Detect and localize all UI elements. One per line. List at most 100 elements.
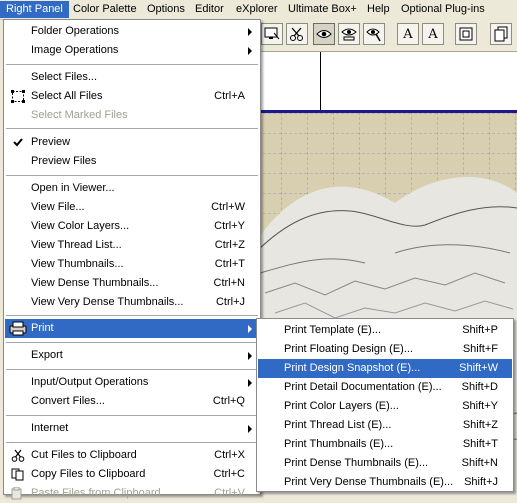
text-path-tool-icon[interactable]: A <box>422 23 444 45</box>
submenu-item-print-thread-list[interactable]: Print Thread List (E)... Shift+Z <box>258 416 512 435</box>
menu-item-shortcut: Ctrl+C <box>213 468 245 480</box>
menu-item-image-operations[interactable]: Image Operations <box>5 41 259 60</box>
separator <box>6 64 258 66</box>
monitor-tool-icon[interactable] <box>261 23 283 45</box>
menu-item-label: Print Template (E)... <box>284 324 381 336</box>
menu-item-input-output-operations[interactable]: Input/Output Operations <box>5 373 259 392</box>
menu-item-view-very-dense-thumbnails[interactable]: View Very Dense Thumbnails... Ctrl+J <box>5 293 259 312</box>
menu-item-label: View File... <box>31 201 85 213</box>
menu-item-label: Preview Files <box>31 155 97 167</box>
menu-item-label: Convert Files... <box>31 395 105 407</box>
menu-item-shortcut: Shift+F <box>462 343 498 355</box>
menu-editor[interactable]: Editor <box>189 1 230 18</box>
submenu-item-print-floating-design[interactable]: Print Floating Design (E)... Shift+F <box>258 340 512 359</box>
guide-line <box>320 52 321 112</box>
menu-item-select-files[interactable]: Select Files... <box>5 68 259 87</box>
checkmark-icon <box>13 138 23 147</box>
menu-item-export[interactable]: Export <box>5 346 259 365</box>
separator <box>6 415 258 417</box>
submenu-arrow-icon <box>248 28 252 36</box>
menu-item-shortcut: Ctrl+Y <box>214 220 245 232</box>
menu-optional-plugins[interactable]: Optional Plug-ins <box>395 1 491 18</box>
menu-item-view-color-layers[interactable]: View Color Layers... Ctrl+Y <box>5 217 259 236</box>
frame-tool-icon[interactable] <box>455 23 477 45</box>
menu-item-shortcut: Ctrl+A <box>214 90 245 102</box>
menu-item-label: Copy Files to Clipboard <box>31 468 146 480</box>
menu-item-shortcut: Shift+D <box>461 381 498 393</box>
menu-item-view-dense-thumbnails[interactable]: View Dense Thumbnails... Ctrl+N <box>5 274 259 293</box>
menu-item-shortcut: Ctrl+V <box>214 487 245 499</box>
menu-item-label: Input/Output Operations <box>31 376 149 388</box>
separator <box>6 175 258 177</box>
menu-item-label: View Thumbnails... <box>31 258 124 270</box>
menu-item-paste-files: Paste Files from Clipboard Ctrl+V <box>5 484 259 503</box>
submenu-arrow-icon <box>248 325 252 333</box>
eye-tool-icon[interactable] <box>313 23 335 45</box>
submenu-arrow-icon <box>248 425 252 433</box>
submenu-arrow-icon <box>248 47 252 55</box>
submenu-item-print-detail-documentation[interactable]: Print Detail Documentation (E)... Shift+D <box>258 378 512 397</box>
eye-cursor-tool-icon[interactable] <box>363 23 385 45</box>
menu-item-preview[interactable]: Preview <box>5 133 259 152</box>
menu-explorer[interactable]: eXplorer <box>230 1 284 18</box>
menu-item-open-in-viewer[interactable]: Open in Viewer... <box>5 179 259 198</box>
menu-options[interactable]: Options <box>141 1 191 18</box>
menu-item-shortcut: Ctrl+T <box>214 258 245 270</box>
submenu-item-print-dense-thumbnails[interactable]: Print Dense Thumbnails (E)... Shift+N <box>258 454 512 473</box>
paste-icon <box>11 487 22 500</box>
menu-item-label: Print Thumbnails (E)... <box>284 438 394 450</box>
menu-item-view-file[interactable]: View File... Ctrl+W <box>5 198 259 217</box>
menu-item-shortcut: Shift+P <box>462 324 498 336</box>
menu-item-label: Print Dense Thumbnails (E)... <box>284 457 429 469</box>
menu-item-label: View Very Dense Thumbnails... <box>31 296 184 308</box>
submenu-item-print-very-dense-thumbnails[interactable]: Print Very Dense Thumbnails (E)... Shift+… <box>258 473 512 492</box>
submenu-arrow-icon <box>248 379 252 387</box>
menu-item-label: Print Color Layers (E)... <box>284 400 399 412</box>
menu-right-panel[interactable]: Right Panel <box>0 1 69 18</box>
right-panel-menu: Folder Operations Image Operations Selec… <box>3 19 261 500</box>
menu-item-label: Preview <box>31 136 71 148</box>
separator <box>6 369 258 371</box>
separator <box>6 442 258 444</box>
menu-item-label: Internet <box>31 422 69 434</box>
menu-item-label: Select Marked Files <box>31 109 128 121</box>
menu-item-shortcut: Shift+N <box>461 457 498 469</box>
menu-item-shortcut: Shift+T <box>462 438 498 450</box>
eye-window-tool-icon[interactable] <box>338 23 360 45</box>
menu-item-preview-files[interactable]: Preview Files <box>5 152 259 171</box>
menu-item-label: Open in Viewer... <box>31 182 115 194</box>
menu-item-shortcut: Shift+Y <box>462 400 498 412</box>
toolbar: A A <box>255 19 517 52</box>
menu-item-label: Print Design Snapshot (E)... <box>284 362 421 374</box>
menu-item-label: Paste Files from Clipboard <box>31 487 161 499</box>
menu-ultimate-box[interactable]: Ultimate Box+ <box>282 1 363 18</box>
pages-tool-icon[interactable] <box>490 23 512 45</box>
submenu-item-print-design-snapshot[interactable]: Print Design Snapshot (E)... Shift+W <box>258 359 512 378</box>
print-submenu: Print Template (E)... Shift+P Print Float… <box>256 318 514 492</box>
submenu-item-print-thumbnails[interactable]: Print Thumbnails (E)... Shift+T <box>258 435 512 454</box>
menu-color-palette[interactable]: Color Palette <box>67 1 143 18</box>
menu-item-select-all-files[interactable]: Select All Files Ctrl+A <box>5 87 259 106</box>
menu-item-copy-files[interactable]: Copy Files to Clipboard Ctrl+C <box>5 465 259 484</box>
menu-item-cut-files[interactable]: Cut Files to Clipboard Ctrl+X <box>5 446 259 465</box>
separator <box>6 128 258 130</box>
submenu-item-print-color-layers[interactable]: Print Color Layers (E)... Shift+Y <box>258 397 512 416</box>
text-tool-icon[interactable]: A <box>397 23 419 45</box>
menu-item-convert-files[interactable]: Convert Files... Ctrl+Q <box>5 392 259 411</box>
menu-item-view-thread-list[interactable]: View Thread List... Ctrl+Z <box>5 236 259 255</box>
menu-item-label: Select All Files <box>31 90 103 102</box>
menu-item-folder-operations[interactable]: Folder Operations <box>5 22 259 41</box>
menu-item-shortcut: Shift+W <box>459 362 498 374</box>
submenu-arrow-icon <box>248 352 252 360</box>
menu-item-label: Print Very Dense Thumbnails (E)... <box>284 476 454 488</box>
submenu-item-print-template[interactable]: Print Template (E)... Shift+P <box>258 321 512 340</box>
menu-item-internet[interactable]: Internet <box>5 419 259 438</box>
menu-item-label: Select Files... <box>31 71 98 83</box>
menu-item-label: Print Thread List (E)... <box>284 419 392 431</box>
separator <box>6 342 258 344</box>
separator <box>6 315 258 317</box>
menu-item-view-thumbnails[interactable]: View Thumbnails... Ctrl+T <box>5 255 259 274</box>
scissors-tool-icon[interactable] <box>286 23 308 45</box>
menu-item-print[interactable]: Print <box>5 319 259 338</box>
menu-help[interactable]: Help <box>361 1 396 18</box>
